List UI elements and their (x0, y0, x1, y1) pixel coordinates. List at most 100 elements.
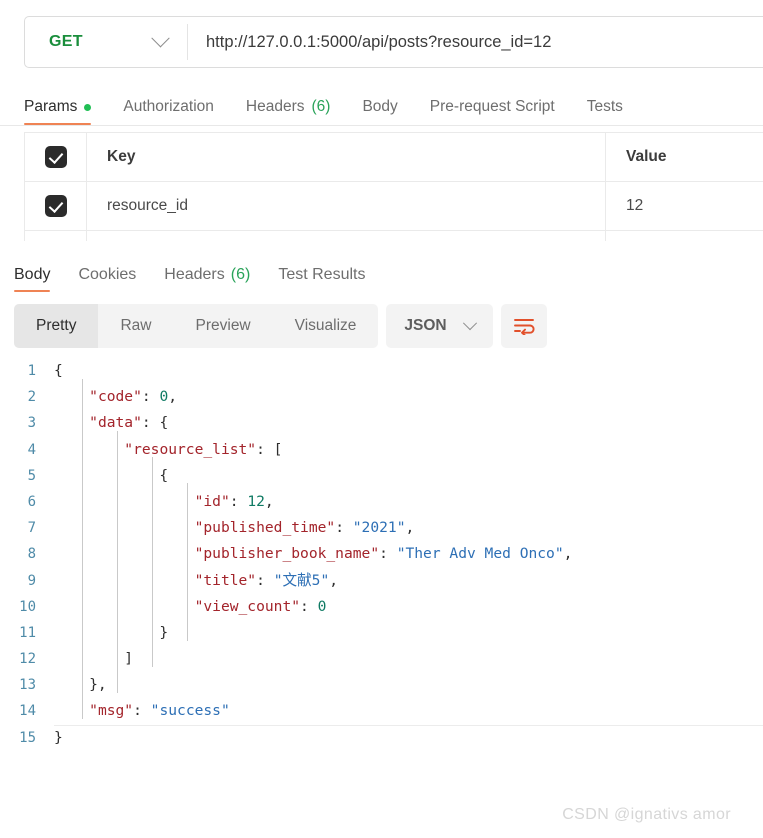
param-value-cell[interactable]: 12 (606, 182, 763, 230)
response-tab-headers-count: (6) (230, 266, 251, 283)
response-tabs: Body Cookies Headers (6) Test Results (0, 252, 763, 292)
params-select-all-cell (25, 133, 87, 181)
json-line: 10 "view_count": 0 (0, 594, 763, 620)
table-row[interactable]: resource_id 12 (25, 182, 763, 231)
response-tab-body-label: Body (14, 266, 51, 283)
params-header-key: Key (87, 133, 606, 181)
json-line-content: "msg": "success" (89, 702, 230, 720)
json-line-content: ] (54, 650, 134, 668)
request-url-input[interactable] (188, 17, 763, 67)
word-wrap-icon (513, 319, 535, 335)
params-table: Key Value resource_id 12 (24, 132, 763, 241)
json-line: 12 ] (0, 646, 763, 672)
json-line-content: { (54, 466, 169, 484)
view-mode-pretty[interactable]: Pretty (14, 304, 99, 348)
select-all-checkbox[interactable] (44, 146, 67, 168)
request-tab-params-label: Params (24, 98, 78, 115)
csdn-watermark: CSDN @ignativs amor (562, 806, 731, 823)
json-line: 13 }, (0, 672, 763, 698)
json-line-number: 2 (27, 389, 36, 406)
params-empty-value-cell[interactable] (606, 231, 763, 241)
json-line-content: "published_time": "2021", (194, 519, 415, 537)
response-format-label: JSON (404, 317, 447, 334)
response-tab-cookies[interactable]: Cookies (78, 266, 136, 292)
json-line-content: } (54, 623, 169, 641)
request-tab-tests-label: Tests (586, 98, 623, 115)
request-tab-pre-request-script-label: Pre-request Script (429, 98, 555, 115)
response-tab-test-results[interactable]: Test Results (278, 266, 365, 292)
json-line-content: }, (54, 676, 107, 694)
request-tab-authorization[interactable]: Authorization (123, 98, 213, 125)
chevron-down-icon (462, 316, 477, 331)
params-table-empty-row[interactable] (25, 231, 763, 241)
word-wrap-button[interactable] (500, 304, 547, 348)
json-line: 7 "published_time": "2021", (0, 515, 763, 541)
json-line-content: "resource_list": [ (124, 440, 283, 458)
params-modified-dot-icon (84, 103, 92, 111)
request-tab-body[interactable]: Body (362, 98, 397, 125)
request-tab-pre-request-script[interactable]: Pre-request Script (430, 98, 555, 125)
json-line-number: 6 (27, 493, 36, 510)
json-line-number: 12 (19, 651, 36, 668)
json-line: 1{ (0, 358, 763, 384)
json-line: 4 "resource_list": [ (0, 437, 763, 463)
request-tab-headers-label: Headers (245, 98, 305, 115)
json-line-number: 8 (27, 546, 36, 563)
request-tab-authorization-label: Authorization (123, 98, 214, 115)
json-line: 3 "data": { (0, 410, 763, 436)
json-line-content: "view_count": 0 (194, 597, 327, 615)
view-mode-visualize[interactable]: Visualize (273, 304, 379, 348)
json-line-list: 1{2 "code": 0, 3 "data": {4 "resource_lis… (0, 358, 763, 751)
param-key-cell[interactable]: resource_id (87, 182, 606, 230)
json-line-content: "publisher_book_name": "Ther Adv Med Onc… (194, 545, 573, 563)
http-method-label: GET (49, 33, 83, 50)
json-line-content: } (54, 728, 63, 746)
params-table-header-row: Key Value (25, 133, 763, 182)
json-line-content: "title": "文献5", (194, 571, 339, 589)
http-method-dropdown[interactable]: GET (25, 17, 187, 67)
json-line: 9 "title": "文献5", (0, 568, 763, 594)
response-view-mode-group: Pretty Raw Preview Visualize (14, 304, 379, 348)
request-tab-body-label: Body (362, 98, 398, 115)
json-line-number: 3 (27, 415, 36, 432)
json-line-number: 10 (19, 598, 36, 615)
json-line-content: "data": { (89, 414, 169, 432)
json-line-content: { (54, 362, 63, 379)
json-line-content: "id": 12, (194, 492, 274, 510)
response-tab-body[interactable]: Body (14, 266, 51, 292)
params-header-value: Value (626, 148, 667, 165)
param-enabled-checkbox[interactable] (44, 195, 67, 217)
json-line: 8 "publisher_book_name": "Ther Adv Med O… (0, 541, 763, 567)
param-row-checkbox-cell (25, 182, 87, 230)
json-line: 2 "code": 0, (0, 384, 763, 410)
response-tab-headers[interactable]: Headers (6) (164, 266, 250, 292)
json-line-number: 9 (27, 572, 36, 589)
chevron-down-icon (151, 28, 170, 47)
request-tab-tests[interactable]: Tests (587, 98, 623, 125)
json-line-number: 14 (19, 703, 36, 720)
json-line: 15} (0, 724, 763, 751)
response-tab-cookies-label: Cookies (78, 266, 137, 283)
request-tab-params[interactable]: Params (24, 98, 92, 125)
params-empty-key-cell[interactable] (87, 231, 606, 241)
response-format-toolbar: Pretty Raw Preview Visualize JSON (0, 304, 763, 348)
view-mode-preview[interactable]: Preview (174, 304, 273, 348)
params-empty-check-cell (25, 231, 87, 241)
request-tab-headers[interactable]: Headers (6) (246, 98, 331, 125)
response-tab-test-results-label: Test Results (278, 266, 366, 283)
json-body-bottom-rule (54, 724, 763, 726)
json-line-number: 7 (27, 520, 36, 537)
json-line: 11 } (0, 620, 763, 646)
json-line-number: 15 (19, 729, 36, 746)
json-line: 5 { (0, 463, 763, 489)
request-tabs: Params Authorization Headers (6) Body Pr… (0, 82, 763, 126)
json-line-number: 11 (19, 624, 36, 641)
request-url-bar: GET (24, 16, 763, 68)
response-body-json-viewer[interactable]: 1{2 "code": 0, 3 "data": {4 "resource_lis… (0, 358, 763, 751)
response-format-dropdown[interactable]: JSON (386, 304, 493, 348)
view-mode-raw[interactable]: Raw (98, 304, 173, 348)
json-line-content: "code": 0, (89, 388, 178, 406)
json-line: 14 "msg": "success" (0, 698, 763, 724)
request-tab-headers-count: (6) (311, 98, 331, 115)
json-line-number: 13 (19, 677, 36, 694)
